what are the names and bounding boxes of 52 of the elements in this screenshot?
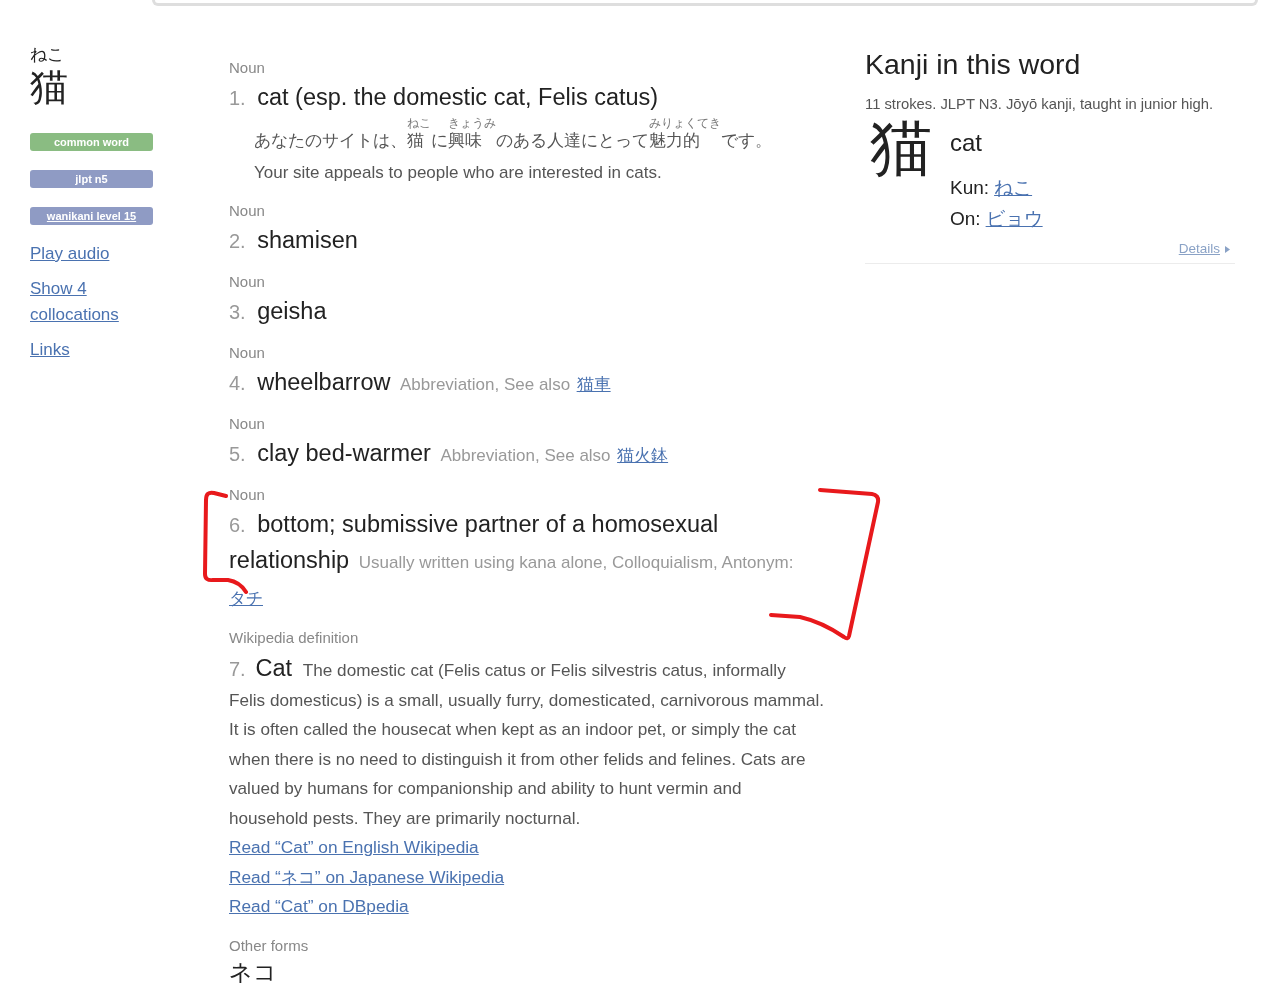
kanji-meaning: cat bbox=[950, 128, 982, 158]
kanji-character[interactable]: 猫 bbox=[870, 113, 932, 183]
tag-badge: jlpt n5 bbox=[30, 170, 153, 188]
word-action-link[interactable]: Links bbox=[30, 337, 70, 363]
part-of-speech-label: Noun bbox=[229, 486, 266, 504]
example-text: のある人達にとって bbox=[496, 130, 649, 152]
part-of-speech-label: Noun bbox=[229, 344, 266, 362]
details-link[interactable]: Details bbox=[1178, 240, 1230, 258]
sense-definition: 5. clay bed-warmer Abbreviation, See also 猫火鉢 bbox=[229, 439, 670, 468]
caret-icon bbox=[1225, 245, 1230, 253]
panel-title: Kanji in this word bbox=[865, 47, 1082, 81]
example-text: 興味 bbox=[448, 130, 482, 152]
see-also-link[interactable]: 猫火鉢 bbox=[617, 446, 669, 465]
tag-badge-link[interactable]: wanikani level 15 bbox=[30, 207, 153, 225]
word-reading: ねこ bbox=[30, 45, 65, 65]
see-also-link[interactable]: タチ bbox=[229, 589, 263, 608]
part-of-speech-label: Noun bbox=[229, 415, 266, 433]
sense-definition: 2. shamisen bbox=[229, 226, 359, 255]
reading-link[interactable]: ビョウ bbox=[985, 203, 1043, 234]
part-of-speech-label: Noun bbox=[229, 273, 266, 291]
sense-definition: 3. geisha bbox=[229, 297, 328, 326]
wikipedia-link[interactable]: Read “Cat” on English Wikipedia bbox=[229, 833, 479, 863]
example-text: 魅力的 bbox=[649, 130, 700, 152]
reading-link[interactable]: ねこ bbox=[994, 172, 1033, 203]
example-text: 猫 bbox=[407, 130, 424, 152]
kanji-info-text: 11 strokes. JLPT N3. Jōyō kanji, taught in junior high. bbox=[865, 95, 1215, 113]
word-action-link[interactable]: Show 4 collocations bbox=[30, 276, 153, 328]
wikipedia-definition: 7. Cat The domestic cat (Felis catus or Felis silvestris catus, informally Felis domesticus) is a small, usually furry, domesticated, carnivorous mammal. It is often called the housecat when kept as an indoor pet, or simply the cat when there is no need to distinguish it from other felids and felines. Cats are valued by humans for companionship and ability to hunt vermin and household pests. They are primarily nocturnal. bbox=[229, 654, 825, 830]
other-forms-label: Other forms bbox=[229, 936, 310, 955]
word-action-link[interactable]: Play audio bbox=[30, 241, 110, 267]
sense-definition: 6. bottom; submissive partner of a homosexual relationship Usually written using kana alone, Colloquialism, Antonym: タチ bbox=[229, 510, 795, 610]
see-also-link[interactable]: 猫車 bbox=[576, 375, 611, 394]
example-text: です。 bbox=[721, 130, 772, 152]
example-translation: Your site appeals to people who are interested in cats. bbox=[254, 162, 663, 184]
word-kanji: 猫 bbox=[30, 65, 69, 109]
furigana-text: みりょくてき bbox=[649, 116, 721, 130]
search-field[interactable] bbox=[152, 0, 1258, 6]
sense-definition: 4. wheelbarrow Abbreviation, See also 猫車 bbox=[229, 368, 612, 397]
tag-badge: common word bbox=[30, 133, 153, 151]
sense-definition: 1. cat (esp. the domestic cat, Felis catus) bbox=[229, 83, 660, 112]
part-of-speech-label: Wikipedia definition bbox=[229, 629, 360, 647]
furigana-text: きょうみ bbox=[448, 116, 496, 130]
furigana-text: ねこ bbox=[407, 116, 431, 130]
part-of-speech-label: Noun bbox=[229, 59, 266, 77]
part-of-speech-label: Noun bbox=[229, 202, 266, 220]
reading-label: Kun: bbox=[950, 176, 990, 200]
example-text: あなたのサイトは、 bbox=[254, 130, 407, 152]
wikipedia-link[interactable]: Read “Cat” on DBpedia bbox=[229, 892, 409, 922]
other-form-text: ネコ bbox=[229, 957, 278, 987]
reading-label: On: bbox=[950, 207, 981, 231]
example-text: に bbox=[431, 130, 448, 152]
wikipedia-link[interactable]: Read “ネコ” on Japanese Wikipedia bbox=[229, 862, 505, 892]
